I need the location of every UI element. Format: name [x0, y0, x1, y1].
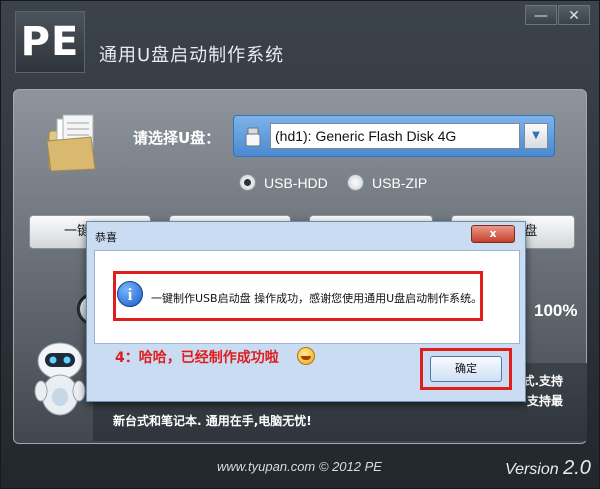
robot-mascot-icon	[34, 342, 86, 416]
drive-select[interactable]: (hd1): Generic Flash Disk 4G ▼	[233, 115, 555, 157]
progress-percent: 100%	[534, 301, 578, 320]
smiley-icon	[297, 347, 315, 365]
ok-button[interactable]: 确定	[430, 356, 502, 382]
radio-usb-hdd[interactable]: USB-HDD	[239, 174, 328, 191]
drive-select-value[interactable]: (hd1): Generic Flash Disk 4G	[270, 123, 520, 149]
radio-label: USB-ZIP	[372, 174, 428, 191]
dialog-body: i 一键制作USB启动盘 操作成功，感谢您使用通用U盘启动制作系统。	[94, 250, 520, 344]
dialog-close-button[interactable]: x	[471, 225, 515, 243]
info-line: 新台式和笔记本. 通用在手,电脑无忧!	[113, 414, 312, 428]
close-button[interactable]: ✕	[558, 5, 590, 25]
version-prefix: Version	[505, 461, 559, 478]
radio-dot[interactable]	[347, 174, 364, 191]
drive-select-label: 请选择U盘：	[133, 129, 221, 147]
info-icon: i	[117, 281, 143, 307]
app-title: 通用U盘启动制作系统	[99, 45, 285, 66]
chevron-down-icon[interactable]: ▼	[524, 123, 548, 149]
footer-url[interactable]: www.tyupan.com © 2012 PE	[217, 459, 382, 474]
radio-dot[interactable]	[239, 174, 256, 191]
usb-drive-icon	[245, 127, 261, 147]
dialog-title: 恭喜	[95, 231, 117, 244]
radio-usb-zip[interactable]: USB-ZIP	[347, 174, 427, 191]
success-dialog: 恭喜 x i 一键制作USB启动盘 操作成功，感谢您使用通用U盘启动制作系统。 …	[86, 221, 526, 402]
app-logo: PE	[15, 11, 85, 73]
minimize-button[interactable]: —	[525, 5, 557, 25]
version-number: 2.0	[563, 457, 591, 479]
dialog-message: 一键制作USB启动盘 操作成功，感谢您使用通用U盘启动制作系统。	[151, 292, 483, 305]
annotation-note: 4：哈哈，已经制作成功啦	[115, 350, 279, 366]
folder-icon	[46, 114, 96, 172]
version-label: Version 2.0	[505, 457, 591, 480]
radio-label: USB-HDD	[264, 174, 328, 191]
